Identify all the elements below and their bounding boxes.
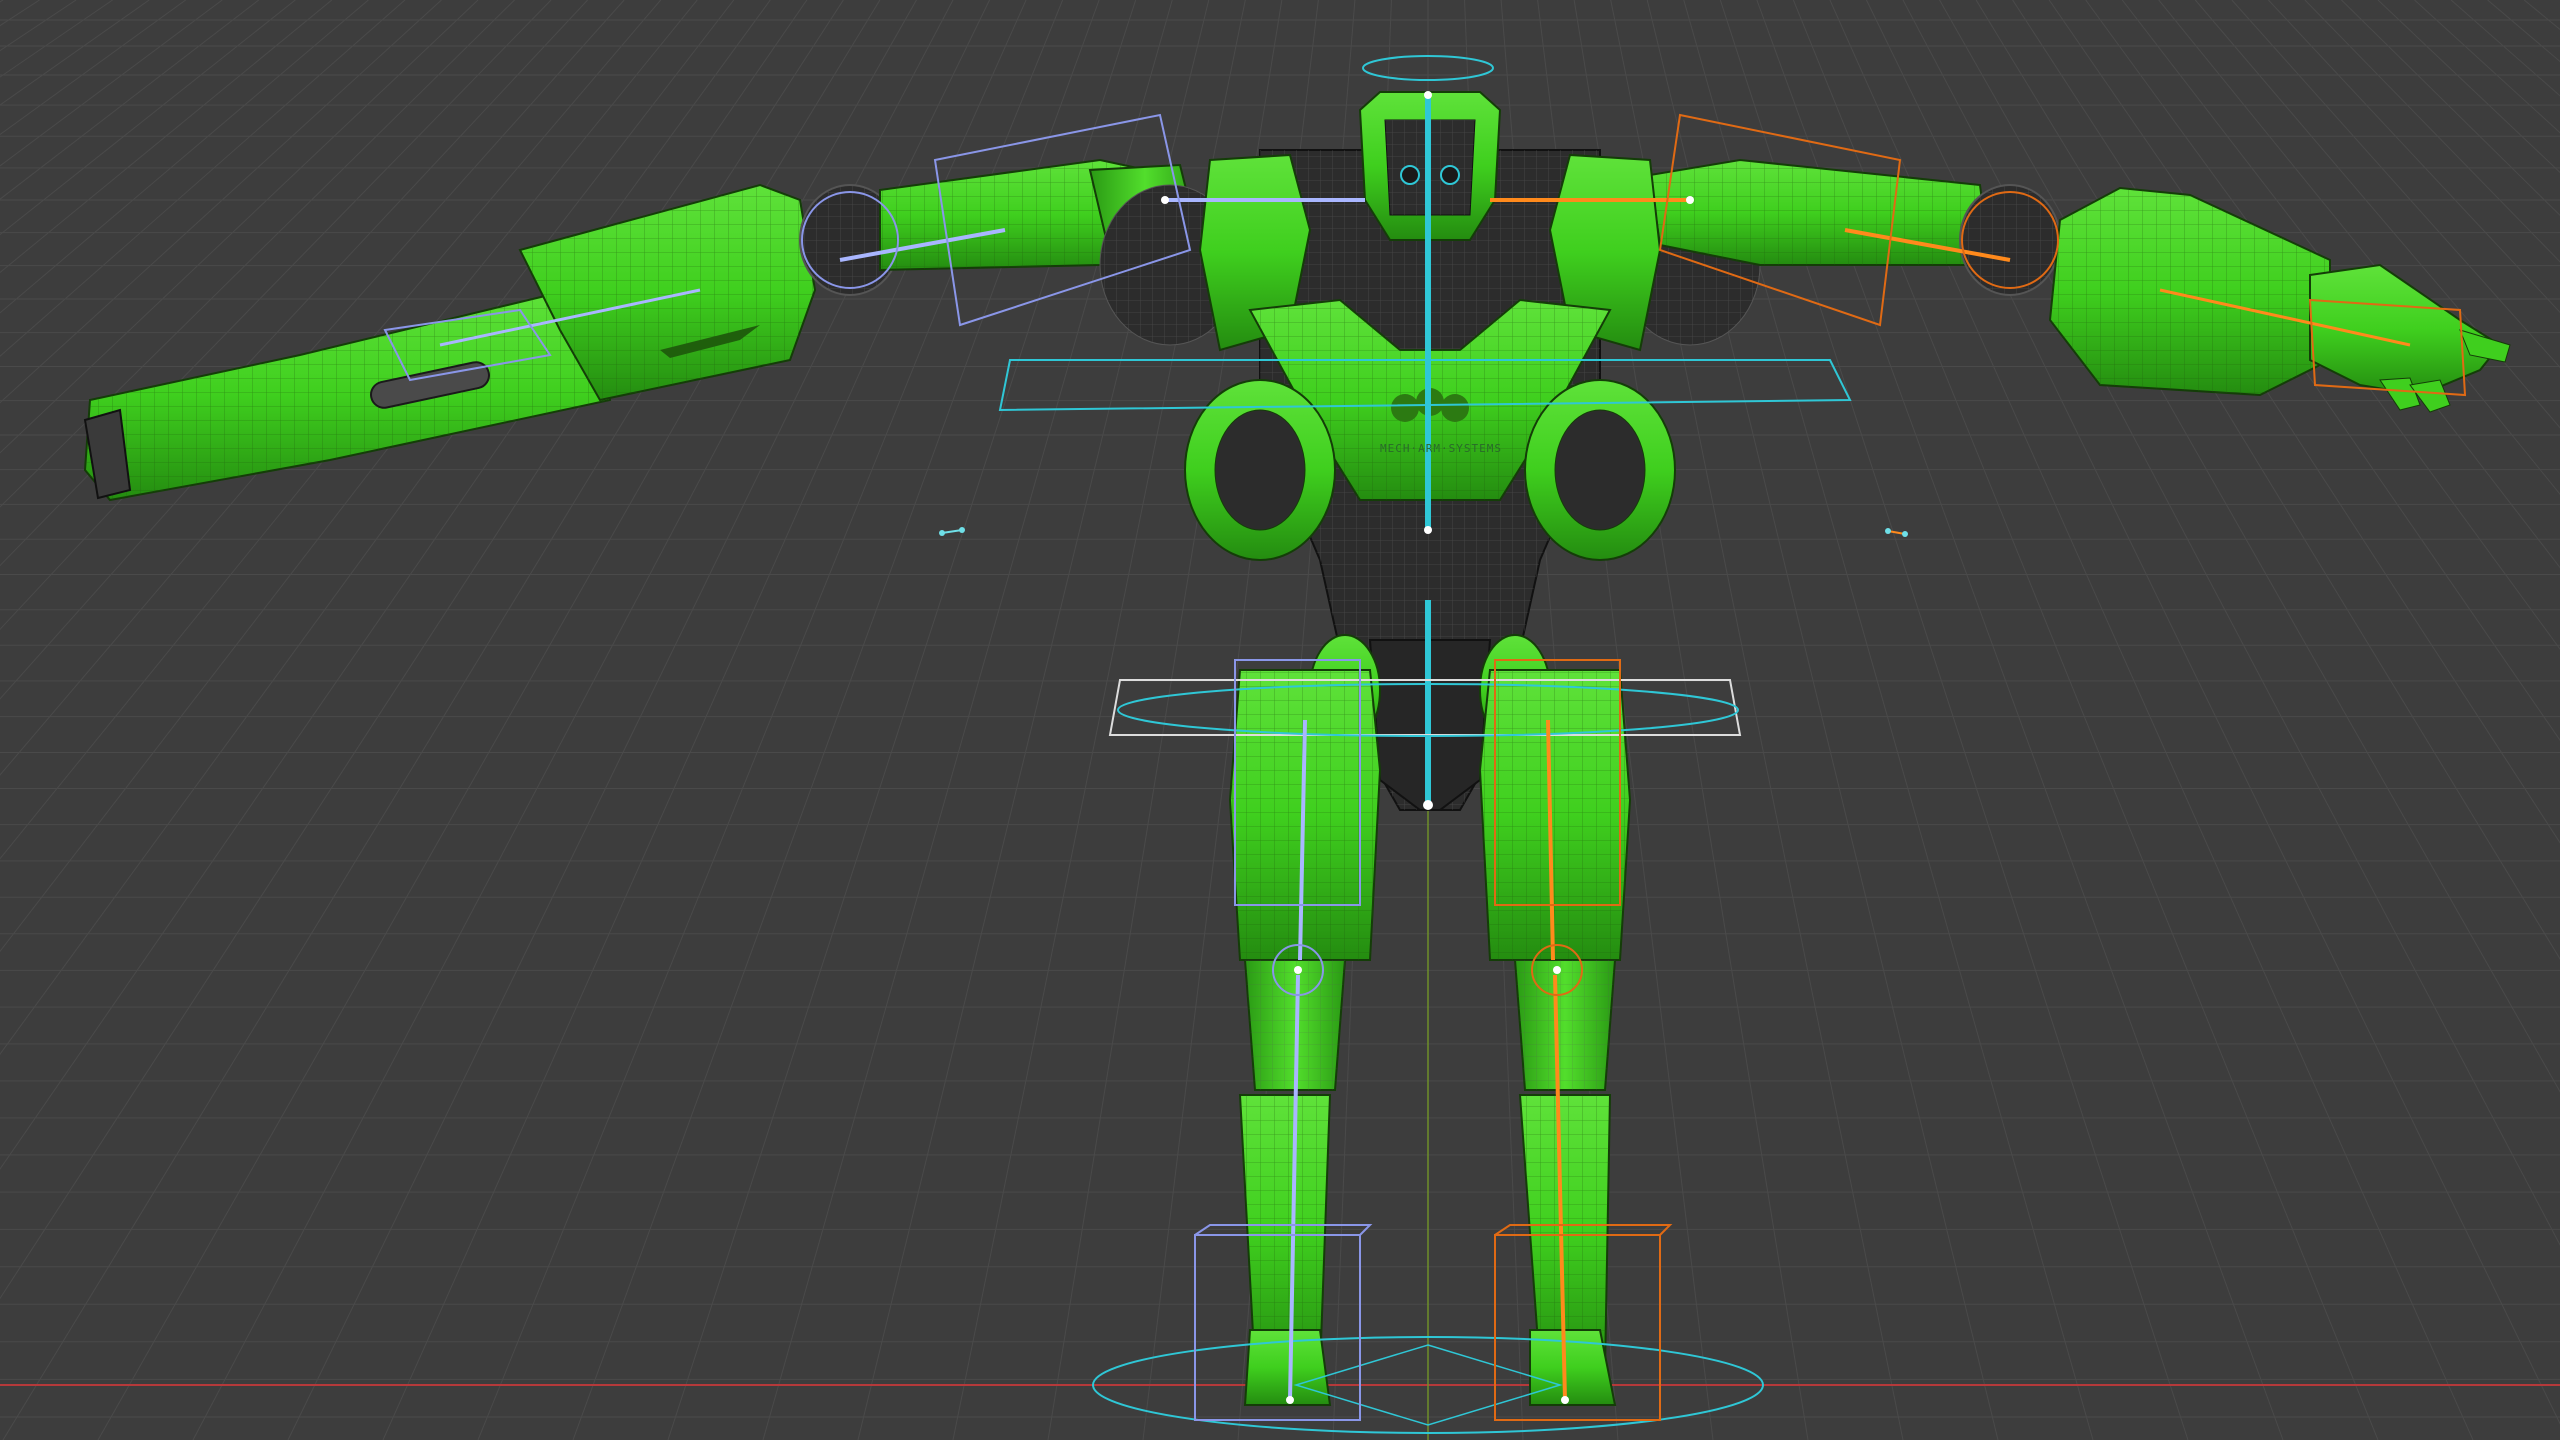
grid-line <box>2304 0 2560 263</box>
grid-line <box>0 0 515 508</box>
grid-line <box>0 0 698 860</box>
grid-line <box>0 0 333 274</box>
grid-line <box>0 0 552 567</box>
grid-line <box>1975 0 2560 960</box>
grid-line <box>0 0 40 27</box>
pole-target-r[interactable] <box>1885 528 1908 537</box>
grid-line <box>0 0 77 52</box>
grid-line <box>0 0 260 200</box>
robot-mesh[interactable] <box>83 91 2511 1406</box>
grid-line <box>0 0 4 3</box>
grid-line <box>0 0 662 776</box>
pole-target-l[interactable] <box>939 527 965 536</box>
grid-line <box>0 0 625 700</box>
grid-line <box>0 0 186 136</box>
grid-line <box>0 0 479 454</box>
right-arm[interactable] <box>1619 158 2511 413</box>
grid-line <box>0 0 150 106</box>
3d-viewport[interactable]: MECH·ARM·SYSTEMS <box>0 0 2560 1440</box>
viewport-canvas[interactable] <box>0 0 2560 1440</box>
grid-line <box>0 0 406 357</box>
grid-line <box>0 0 113 78</box>
chest-emblem-text: MECH·ARM·SYSTEMS <box>1380 442 1502 455</box>
grid-line <box>0 0 296 236</box>
grid-line <box>2194 0 2560 429</box>
grid-line <box>2414 0 2560 134</box>
grid-line <box>2450 0 2560 97</box>
grid-line <box>0 0 223 167</box>
left-arm[interactable] <box>83 158 1241 502</box>
grid-line <box>2377 0 2560 174</box>
grid-line <box>2231 0 2560 369</box>
grid-line <box>0 0 369 314</box>
grid-line <box>0 0 588 631</box>
grid-line <box>2523 0 2560 31</box>
grid-line <box>2341 0 2560 217</box>
grid-line <box>0 0 735 953</box>
